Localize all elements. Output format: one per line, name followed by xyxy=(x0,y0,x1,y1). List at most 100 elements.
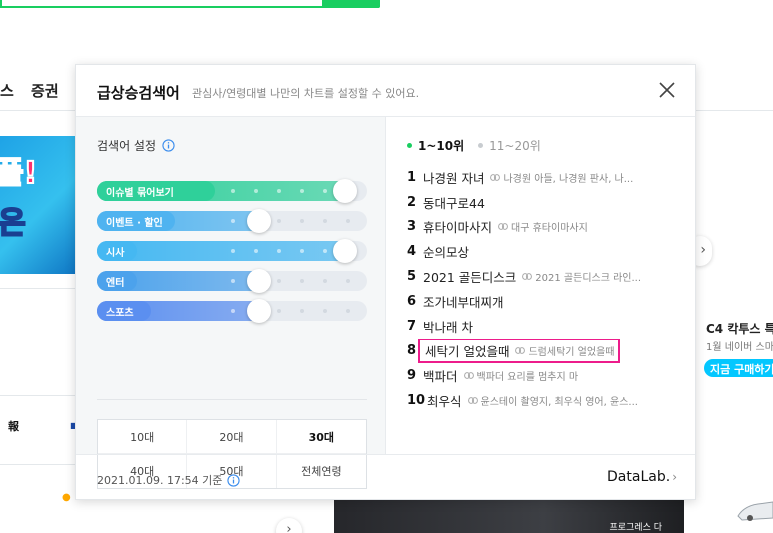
toggle-step-dot xyxy=(300,189,304,193)
ranking-entry: 조가네부대찌개 xyxy=(423,292,504,311)
toggle-step-dot xyxy=(231,309,235,313)
nav-item-partial[interactable]: 스 xyxy=(0,82,14,100)
settings-title-text: 검색어 설정 xyxy=(97,139,157,153)
ranking-item[interactable]: 10 최우식 윤스테이 촬영지, 최우식 영어, 윤스... xyxy=(407,388,687,413)
banner-text-1: 폴! xyxy=(0,155,38,192)
toggle-knob[interactable] xyxy=(333,179,357,203)
rank-keyword[interactable]: 순의모상 xyxy=(423,242,469,261)
search-button[interactable] xyxy=(322,0,380,6)
toggle-knob[interactable] xyxy=(247,209,271,233)
toggle-knob[interactable] xyxy=(247,299,271,323)
toggle-label: 엔터 xyxy=(97,271,137,291)
ranking-item[interactable]: 4 순의모상 xyxy=(407,239,687,264)
toggle-step-dot xyxy=(277,279,281,283)
rank-keyword[interactable]: 조가네부대찌개 xyxy=(423,292,504,311)
link-icon xyxy=(498,223,508,231)
ranking-item[interactable]: 6 조가네부대찌개 xyxy=(407,289,687,314)
rank-keyword[interactable]: 최우식 xyxy=(427,391,462,410)
related-keywords[interactable]: 윤스테이 촬영지, 최우식 영어, 윤스... xyxy=(467,393,638,408)
link-icon xyxy=(463,372,474,380)
link-icon xyxy=(467,397,478,404)
age-option[interactable]: 20대 xyxy=(187,420,277,454)
toggle-step-dot xyxy=(323,309,327,313)
info-icon[interactable] xyxy=(227,473,241,487)
datalab-link-text: DataLab. xyxy=(607,469,671,485)
toggle-step-dot xyxy=(300,219,304,223)
ranking-item[interactable]: 9 백파더 백파더 요리를 멈추지 마 xyxy=(407,363,687,388)
age-option[interactable]: 10대 xyxy=(98,420,188,454)
rank-number: 1 xyxy=(407,169,417,185)
toggle-row[interactable]: 이벤트 · 할인 xyxy=(97,209,367,233)
ranking-item[interactable]: 2 동대구로44 xyxy=(407,190,687,215)
timestamp-text: 2021.01.09. 17:54 기준 xyxy=(97,474,223,487)
close-icon[interactable] xyxy=(655,78,679,102)
info-icon[interactable] xyxy=(162,139,175,152)
toggle-step-dot xyxy=(346,219,350,223)
rank-number: 6 xyxy=(407,293,417,309)
toggle-row[interactable]: 스포츠 xyxy=(97,299,367,323)
ranking-entry: 휴타이마사지 대구 휴타이마사지 xyxy=(423,217,588,236)
toggle-step-dot xyxy=(277,309,281,313)
chevron-right-icon: › xyxy=(672,470,677,484)
related-keywords[interactable]: 대구 휴타이마사지 xyxy=(498,219,588,234)
service-nav: 스 증권 xyxy=(0,80,71,101)
ranking-item[interactable]: 1 나경원 자녀 나경원 아들, 나경원 판사, 나... xyxy=(407,165,687,190)
link-icon xyxy=(522,273,533,280)
ranking-item[interactable]: 3 휴타이마사지 대구 휴타이마사지 xyxy=(407,215,687,240)
ad-subtitle: 1월 네이버 스마 xyxy=(706,342,773,353)
toggle-step-dot xyxy=(300,249,304,253)
related-keywords[interactable]: 백파더 요리를 멈추지 마 xyxy=(463,368,578,383)
related-keywords[interactable]: 나경원 아들, 나경원 판사, 나... xyxy=(490,170,633,185)
rank-tab[interactable]: 1~10위 xyxy=(407,137,464,154)
update-time: 2021.01.09. 17:54 기준 xyxy=(97,472,241,488)
rank-keyword[interactable]: 백파더 xyxy=(423,366,458,385)
toggle-row[interactable]: 엔터 xyxy=(97,269,367,293)
ranking-item[interactable]: 8 세탁기 얼었을때 드럼세탁기 얼었을때 xyxy=(407,338,687,364)
rank-keyword[interactable]: 세탁기 얼었을때 xyxy=(425,341,509,360)
ad-title[interactable]: C4 칵투스 특 xyxy=(706,320,773,337)
ad-buy-button[interactable]: 지금 구매하기 xyxy=(704,359,773,377)
related-keywords-text: 대구 휴타이마사지 xyxy=(511,223,588,235)
toggle-row[interactable]: 시사 xyxy=(97,239,367,263)
rank-tabs: 1~10위 11~20위 xyxy=(407,137,541,154)
press-logo[interactable]: 報 xyxy=(8,418,19,434)
nav-item-stock[interactable]: 증권 xyxy=(31,82,59,100)
ranking-item[interactable]: 5 2021 골든디스크 2021 골든디스크 라인... xyxy=(407,264,687,289)
banner-text-2: 온 xyxy=(0,205,27,242)
related-keywords-text: 드럼세탁기 얼었을때 xyxy=(528,347,615,359)
divider xyxy=(696,110,773,111)
promo-banner[interactable]: 폴! 온 xyxy=(0,136,76,274)
related-keywords[interactable]: 드럼세탁기 얼었을때 xyxy=(515,343,614,358)
bullet-icon xyxy=(478,143,484,148)
rank-keyword[interactable]: 동대구로44 xyxy=(423,193,485,212)
rank-tab-label: 1~10위 xyxy=(418,139,465,153)
toggle-step-dot xyxy=(254,189,258,193)
related-keywords-text: 나경원 아들, 나경원 판사, 나... xyxy=(503,173,634,185)
related-keywords[interactable]: 2021 골든디스크 라인... xyxy=(522,269,641,284)
rank-keyword[interactable]: 박나래 차 xyxy=(423,317,473,336)
ranking-item[interactable]: 7 박나래 차 xyxy=(407,314,687,339)
search-box[interactable] xyxy=(0,0,380,8)
rank-keyword[interactable]: 휴타이마사지 xyxy=(423,217,492,236)
rank-number: 10 xyxy=(407,393,426,409)
bullet-icon xyxy=(407,143,412,148)
car-image[interactable] xyxy=(736,492,773,522)
news-photo[interactable]: 프로그레스 다 xyxy=(334,500,684,533)
rank-tab[interactable]: 11~20위 xyxy=(478,137,541,154)
toggle-step-dot xyxy=(231,219,235,223)
toggle-row[interactable]: 이슈별 묶어보기 xyxy=(97,179,367,203)
paging-next-button[interactable]: › xyxy=(276,518,302,533)
datalab-link[interactable]: DataLab. › xyxy=(607,469,677,485)
toggle-knob[interactable] xyxy=(247,269,271,293)
press-logo-dot[interactable]: ● xyxy=(62,492,71,503)
trending-keywords-popup: 급상승검색어 관심사/연령대별 나만의 차트를 설정할 수 있어요. 검색어 설… xyxy=(75,64,696,500)
popup-footer: 2021.01.09. 17:54 기준 DataLab. › xyxy=(76,454,695,501)
age-option[interactable]: 30대 xyxy=(276,420,366,454)
divider xyxy=(97,399,367,400)
ranking-list: 1 나경원 자녀 나경원 아들, 나경원 판사, 나... 2 동대구로44 3 휴타이마사… xyxy=(407,165,687,413)
rank-keyword[interactable]: 나경원 자녀 xyxy=(423,168,484,187)
rank-keyword[interactable]: 2021 골든디스크 xyxy=(423,267,516,286)
ranking-entry: 나경원 자녀 나경원 아들, 나경원 판사, 나... xyxy=(423,168,633,187)
toggle-label: 이벤트 · 할인 xyxy=(97,211,175,231)
toggle-knob[interactable] xyxy=(333,239,357,263)
